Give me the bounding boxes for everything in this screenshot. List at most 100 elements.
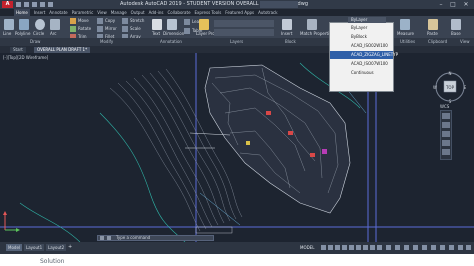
add-layout-icon[interactable]: + — [68, 244, 72, 251]
tab-express-tools[interactable]: Express Tools — [195, 9, 222, 16]
dimension-icon[interactable] — [167, 19, 177, 30]
tab-view[interactable]: View — [97, 9, 107, 16]
linetype-current[interactable]: ByLayer — [348, 17, 386, 23]
measure-button[interactable]: Measure — [397, 31, 414, 36]
base-button[interactable]: Base — [451, 31, 461, 36]
paste-button[interactable]: Paste — [427, 31, 438, 36]
panel-modify-label[interactable]: Modify — [100, 39, 113, 44]
layout-tab-layout1[interactable]: Layout1 — [24, 244, 45, 251]
circle-button[interactable]: Circle — [33, 31, 44, 36]
scale-icon[interactable] — [122, 26, 128, 32]
redo-icon[interactable] — [48, 2, 53, 7]
snap-icon[interactable] — [328, 245, 333, 250]
circle-icon[interactable] — [35, 19, 45, 30]
otrack-icon[interactable] — [356, 245, 361, 250]
dropdown-item[interactable]: Continuous — [330, 69, 393, 77]
panel-block-label[interactable]: Block — [285, 39, 296, 44]
grid-icon[interactable] — [321, 245, 326, 250]
save-icon[interactable] — [32, 2, 37, 7]
quick-properties-icon[interactable] — [422, 245, 427, 250]
dimension-button[interactable]: Dimension — [163, 31, 184, 36]
move-icon[interactable] — [70, 18, 76, 24]
open-icon[interactable] — [24, 2, 29, 7]
minimize-button[interactable]: – — [436, 0, 446, 9]
showmotion-icon[interactable] — [442, 149, 450, 155]
stretch-button[interactable]: Stretch — [130, 18, 144, 23]
tab-add-ins[interactable]: Add-ins — [149, 9, 164, 16]
drawing-viewport[interactable] — [0, 53, 474, 242]
hardware-acceleration-icon[interactable] — [449, 245, 454, 250]
panel-view-label[interactable]: View — [460, 39, 470, 44]
tab-home[interactable]: Home — [14, 9, 30, 16]
dropdown-item[interactable]: ByLayer — [330, 24, 393, 32]
arc-button[interactable]: Arc — [50, 31, 57, 36]
search-input[interactable] — [260, 1, 298, 8]
tab-annotate[interactable]: Annotate — [49, 9, 67, 16]
text-icon[interactable] — [152, 19, 162, 30]
units-icon[interactable] — [413, 245, 418, 250]
tab-parametric[interactable]: Parametric — [72, 9, 94, 16]
layout-tab-model[interactable]: Model — [6, 244, 23, 251]
annotation-monitor-icon[interactable] — [404, 245, 409, 250]
panel-layers-label[interactable]: Layers — [230, 39, 243, 44]
move-button[interactable]: Move — [78, 18, 89, 23]
paste-icon[interactable] — [428, 19, 438, 30]
ortho-icon[interactable] — [335, 245, 340, 250]
linetype-dropdown[interactable]: ByLayer ByBlock ACAD_ISO02W100 ACAD_ZIGZ… — [329, 22, 398, 92]
rotate-button[interactable]: Rotate — [78, 26, 91, 31]
orbit-icon[interactable] — [442, 140, 450, 146]
mirror-icon[interactable] — [97, 26, 103, 32]
pan-icon[interactable] — [442, 122, 450, 128]
panel-annotation-label[interactable]: Annotation — [160, 39, 182, 44]
app-logo-icon[interactable]: A — [2, 1, 13, 8]
wcs-label[interactable]: WCS — [440, 104, 449, 109]
copy-button[interactable]: Copy — [105, 18, 115, 23]
customization-menu-icon[interactable] — [466, 245, 471, 250]
arc-icon[interactable] — [50, 19, 60, 30]
layout-tab-layout2[interactable]: Layout2 — [46, 244, 67, 251]
tab-featured-apps[interactable]: Featured Apps — [225, 9, 254, 16]
lock-ui-icon[interactable] — [431, 245, 436, 250]
close-command-icon[interactable] — [100, 236, 104, 240]
copy-icon[interactable] — [97, 18, 103, 24]
dropdown-item[interactable]: ACAD_ISO07W100 — [330, 60, 393, 68]
lineweight-icon[interactable] — [363, 245, 368, 250]
command-line[interactable] — [97, 235, 214, 241]
tab-output[interactable]: Output — [131, 9, 145, 16]
insert-button[interactable]: Insert — [281, 31, 292, 36]
layer-icon[interactable] — [199, 19, 209, 30]
layer-state-dropdown[interactable] — [214, 29, 274, 36]
polyline-button[interactable]: Polyline — [15, 31, 30, 36]
insert-icon[interactable] — [282, 19, 292, 30]
panel-utilities-label[interactable]: Utilities — [400, 39, 415, 44]
scale-button[interactable]: Scale — [130, 26, 141, 31]
stretch-icon[interactable] — [122, 18, 128, 24]
dropdown-item[interactable]: ByBlock — [330, 33, 393, 41]
tab-insert[interactable]: Insert — [34, 9, 45, 16]
table-icon[interactable] — [184, 28, 190, 34]
dropdown-item-selected[interactable]: ACAD_ZIGZAG_LINETYP — [330, 51, 398, 59]
tab-collaborate[interactable]: Collaborate — [168, 9, 191, 16]
leader-icon[interactable] — [184, 19, 190, 25]
navcube-icon[interactable]: TOP N S W E — [432, 70, 468, 104]
full-navigation-wheel-icon[interactable] — [442, 113, 450, 119]
command-input[interactable]: Type a command — [116, 235, 150, 241]
undo-icon[interactable] — [40, 2, 45, 7]
workspace-gear-icon[interactable] — [395, 245, 400, 250]
maximize-button[interactable]: □ — [448, 0, 458, 9]
polar-icon[interactable] — [342, 245, 347, 250]
mirror-button[interactable]: Mirror — [105, 26, 117, 31]
viewport-controls-label[interactable]: [-][Top][2D Wireframe] — [3, 55, 48, 60]
new-icon[interactable] — [16, 2, 21, 7]
base-icon[interactable] — [451, 19, 461, 30]
line-icon[interactable] — [4, 19, 14, 30]
transparency-icon[interactable] — [370, 245, 375, 250]
osnap-icon[interactable] — [349, 245, 354, 250]
isolate-objects-icon[interactable] — [440, 245, 445, 250]
annotation-scale-icon[interactable] — [386, 245, 391, 250]
measure-icon[interactable] — [400, 19, 410, 30]
search-icon[interactable] — [107, 236, 111, 240]
model-space-button[interactable]: MODEL — [300, 244, 314, 251]
zoom-icon[interactable] — [442, 131, 450, 137]
clean-screen-icon[interactable] — [458, 245, 463, 250]
